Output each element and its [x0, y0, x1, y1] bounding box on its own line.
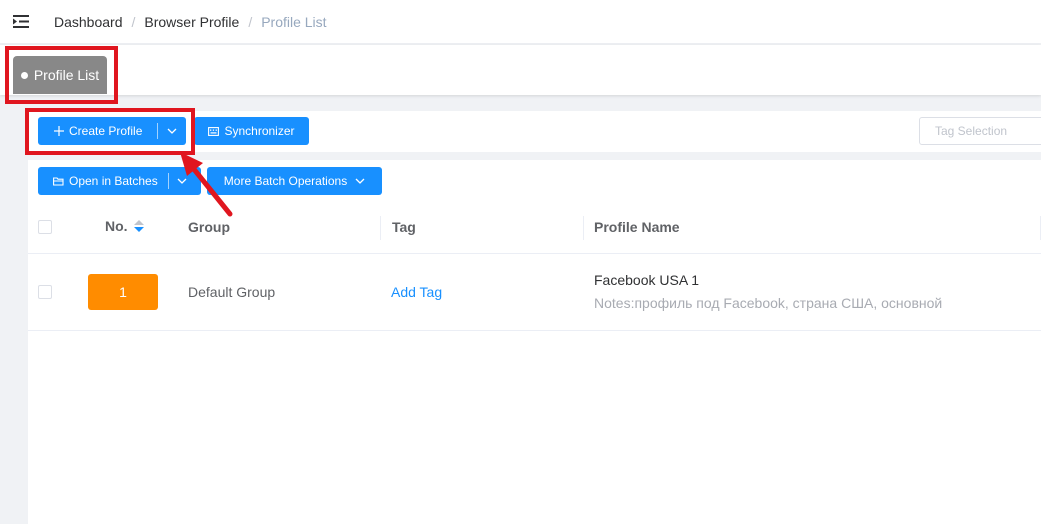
row-profile-name[interactable]: Facebook USA 1: [594, 272, 699, 288]
annotation-arrow-icon: [180, 152, 233, 217]
tags-view-bar: Profile List: [0, 45, 1041, 95]
row-group: Default Group: [188, 284, 276, 300]
row-number-badge: 1: [88, 274, 158, 310]
open-in-batches-label: Open in Batches: [69, 174, 158, 188]
synchronizer-label: Synchronizer: [224, 124, 295, 138]
add-tag-link[interactable]: Add Tag: [391, 284, 442, 300]
keyboard-icon: [208, 126, 220, 136]
row-profile-notes: Notes:профиль под Facebook, страна США, …: [594, 295, 943, 311]
breadcrumb: Dashboard / Browser Profile / Profile Li…: [54, 14, 327, 30]
breadcrumb-separator: /: [131, 13, 136, 30]
indent-menu-icon[interactable]: [12, 15, 30, 29]
column-header-tag: Tag: [392, 219, 416, 235]
column-divider: [583, 216, 584, 240]
breadcrumb-dashboard[interactable]: Dashboard: [54, 14, 123, 30]
row-number: 1: [119, 284, 127, 300]
row-checkbox[interactable]: [38, 285, 52, 299]
annotation-highlight-box: [25, 108, 195, 155]
top-header: Dashboard / Browser Profile / Profile Li…: [0, 0, 1041, 44]
table-row[interactable]: 1 Default Group Add Tag Facebook USA 1 N…: [28, 254, 1041, 331]
tag-selection-input[interactable]: Tag Selection: [919, 117, 1041, 145]
column-header-no[interactable]: No.: [105, 218, 144, 234]
folder-open-icon: [53, 176, 64, 186]
column-header-group: Group: [188, 219, 230, 235]
open-in-batches-main[interactable]: Open in Batches: [38, 167, 168, 195]
chevron-down-icon: [355, 178, 365, 184]
column-header-no-label: No.: [105, 218, 128, 234]
column-header-profile-name: Profile Name: [594, 219, 680, 235]
sort-caret-icon[interactable]: [133, 220, 144, 232]
tag-selection-placeholder: Tag Selection: [935, 124, 1008, 138]
annotation-highlight-box: [5, 46, 118, 104]
select-all-checkbox[interactable]: [38, 220, 52, 234]
breadcrumb-profile-list: Profile List: [261, 13, 327, 30]
more-batch-operations-label: More Batch Operations: [223, 174, 348, 188]
breadcrumb-separator: /: [248, 13, 253, 30]
synchronizer-button[interactable]: Synchronizer: [194, 117, 309, 145]
column-divider: [380, 216, 381, 240]
breadcrumb-browser-profile[interactable]: Browser Profile: [144, 14, 239, 30]
